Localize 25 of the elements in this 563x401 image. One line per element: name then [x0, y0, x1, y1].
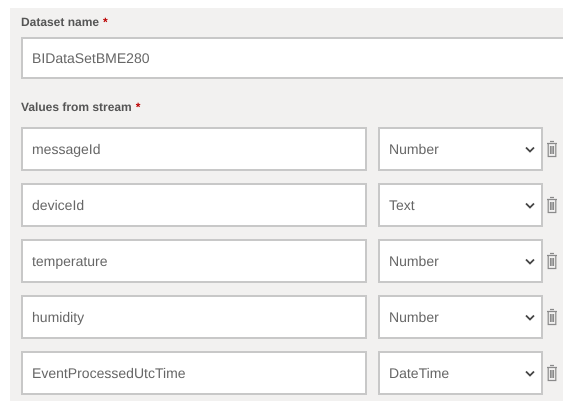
input-field[interactable]: BIDataSetBME280	[21, 37, 563, 79]
chevron-down-icon	[525, 202, 535, 208]
input-field[interactable]: messageId	[21, 127, 367, 171]
trash-icon[interactable]	[546, 251, 558, 271]
type-dropdown[interactable]: Number	[378, 239, 543, 283]
input-field[interactable]: humidity	[21, 295, 367, 339]
chevron-down-icon	[525, 314, 535, 320]
input-field[interactable]: temperature	[21, 239, 367, 283]
required-mark: *	[103, 14, 108, 31]
field-label: Values from stream	[21, 99, 132, 116]
trash-icon[interactable]	[546, 139, 558, 159]
trash-icon[interactable]	[546, 307, 558, 327]
type-dropdown[interactable]: Number	[378, 127, 543, 171]
input-field[interactable]: EventProcessedUtcTime	[21, 351, 367, 395]
chevron-down-icon	[525, 146, 535, 152]
chevron-down-icon	[525, 370, 535, 376]
trash-icon[interactable]	[546, 363, 558, 383]
type-dropdown[interactable]: Number	[378, 295, 543, 339]
input-field[interactable]: deviceId	[21, 183, 367, 227]
type-dropdown[interactable]: DateTime	[378, 351, 543, 395]
field-label: Dataset name	[21, 14, 100, 31]
trash-icon[interactable]	[546, 195, 558, 215]
required-mark: *	[136, 99, 140, 116]
type-dropdown[interactable]: Text	[378, 183, 543, 227]
chevron-down-icon	[525, 258, 535, 264]
